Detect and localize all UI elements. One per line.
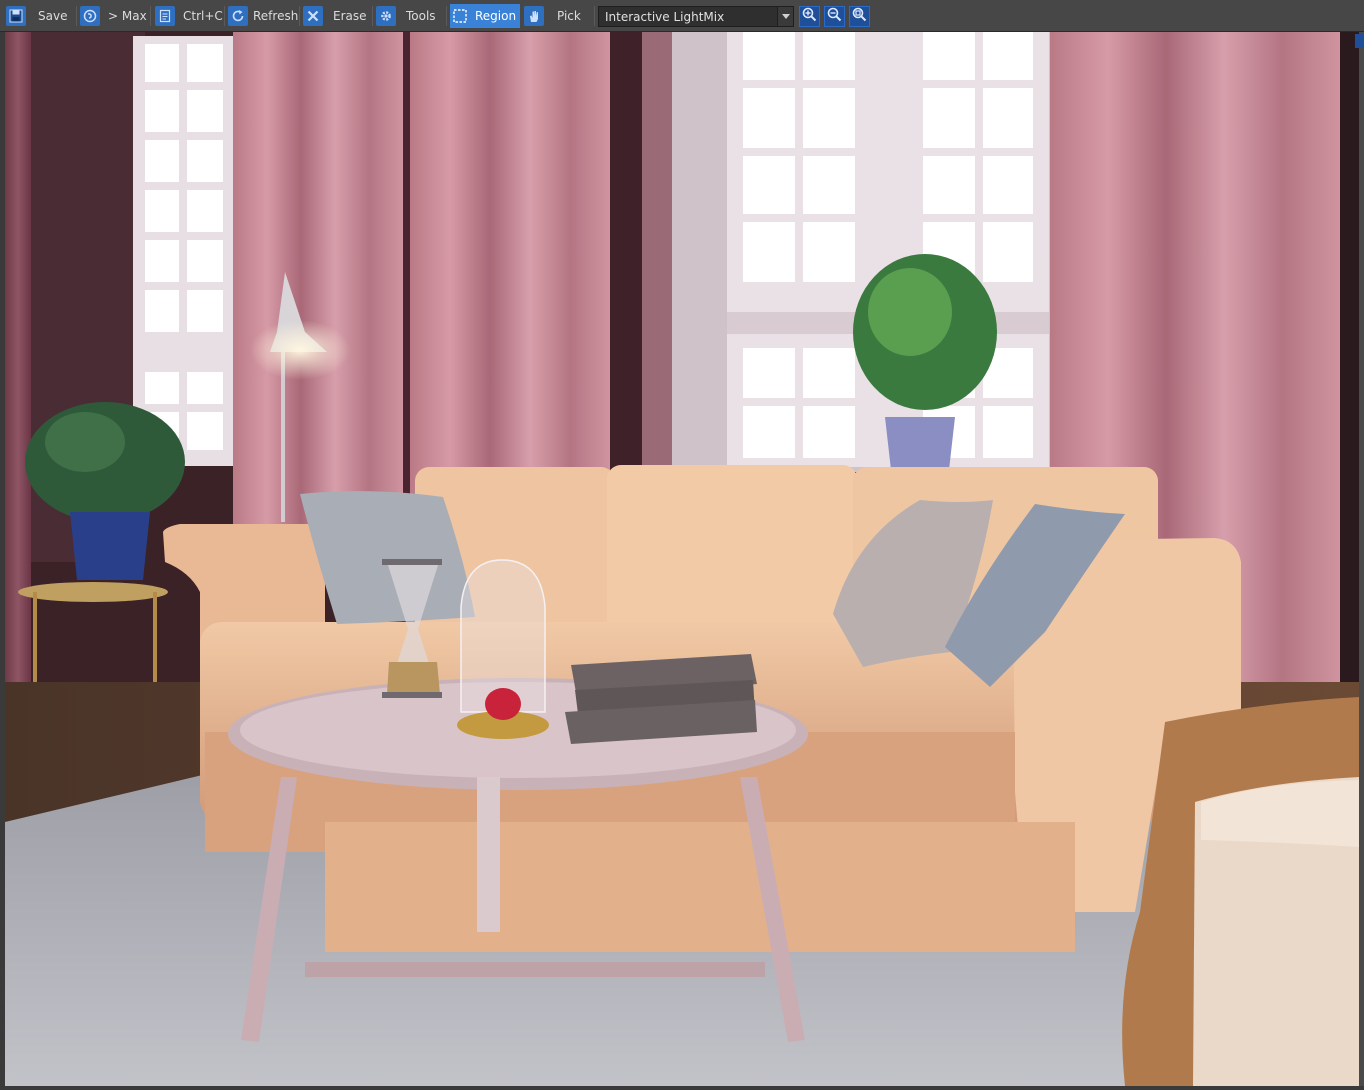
chevron-down-icon[interactable] [777, 7, 793, 26]
render-viewport[interactable] [5, 32, 1359, 1086]
copy-button[interactable]: Ctrl+C [155, 4, 223, 28]
zoom-out-button[interactable] [824, 6, 845, 27]
bottom-border [0, 1086, 1364, 1090]
pick-label: Pick [557, 9, 581, 23]
tools-button[interactable]: Tools [376, 4, 436, 28]
send-to-max-icon [80, 6, 100, 26]
toolbar: Save > Max Ctrl+C Refresh Erase Tools Re… [0, 0, 1364, 32]
zoom-in-button[interactable] [799, 6, 820, 27]
toolbar-separator [594, 6, 595, 26]
refresh-label: Refresh [253, 9, 299, 23]
send-to-max-button[interactable]: > Max [80, 4, 147, 28]
gear-icon [376, 6, 396, 26]
tools-label: Tools [406, 9, 436, 23]
mode-dropdown[interactable]: Interactive LightMix [598, 6, 794, 27]
rendered-image [5, 32, 1359, 1086]
erase-button[interactable]: Erase [303, 4, 367, 28]
right-border [1359, 32, 1364, 1090]
hand-pick-icon [524, 6, 544, 26]
zoom-in-icon [802, 7, 817, 26]
toolbar-separator [299, 6, 300, 26]
save-button[interactable]: Save [6, 4, 67, 28]
toolbar-separator [224, 6, 225, 26]
region-label: Region [475, 9, 517, 23]
refresh-icon [228, 6, 248, 26]
toolbar-separator [150, 6, 151, 26]
send-to-max-label: > Max [108, 9, 147, 23]
toolbar-separator [446, 6, 447, 26]
copy-label: Ctrl+C [183, 9, 223, 23]
toolbar-separator [76, 6, 77, 26]
erase-label: Erase [333, 9, 367, 23]
mode-dropdown-value: Interactive LightMix [605, 9, 725, 24]
clipboard-icon [155, 6, 175, 26]
save-icon [6, 6, 26, 26]
zoom-fit-icon [852, 7, 867, 26]
region-select-icon [450, 6, 470, 26]
panel-toggle-button[interactable] [1355, 34, 1364, 48]
erase-icon [303, 6, 323, 26]
zoom-out-icon [827, 7, 842, 26]
zoom-fit-button[interactable] [849, 6, 870, 27]
pick-button[interactable]: Pick [524, 4, 581, 28]
refresh-button[interactable]: Refresh [228, 4, 298, 28]
region-button[interactable]: Region [450, 4, 520, 28]
save-label: Save [38, 9, 68, 23]
frame-buffer-window: Save > Max Ctrl+C Refresh Erase Tools Re… [0, 0, 1364, 1090]
toolbar-separator [372, 6, 373, 26]
